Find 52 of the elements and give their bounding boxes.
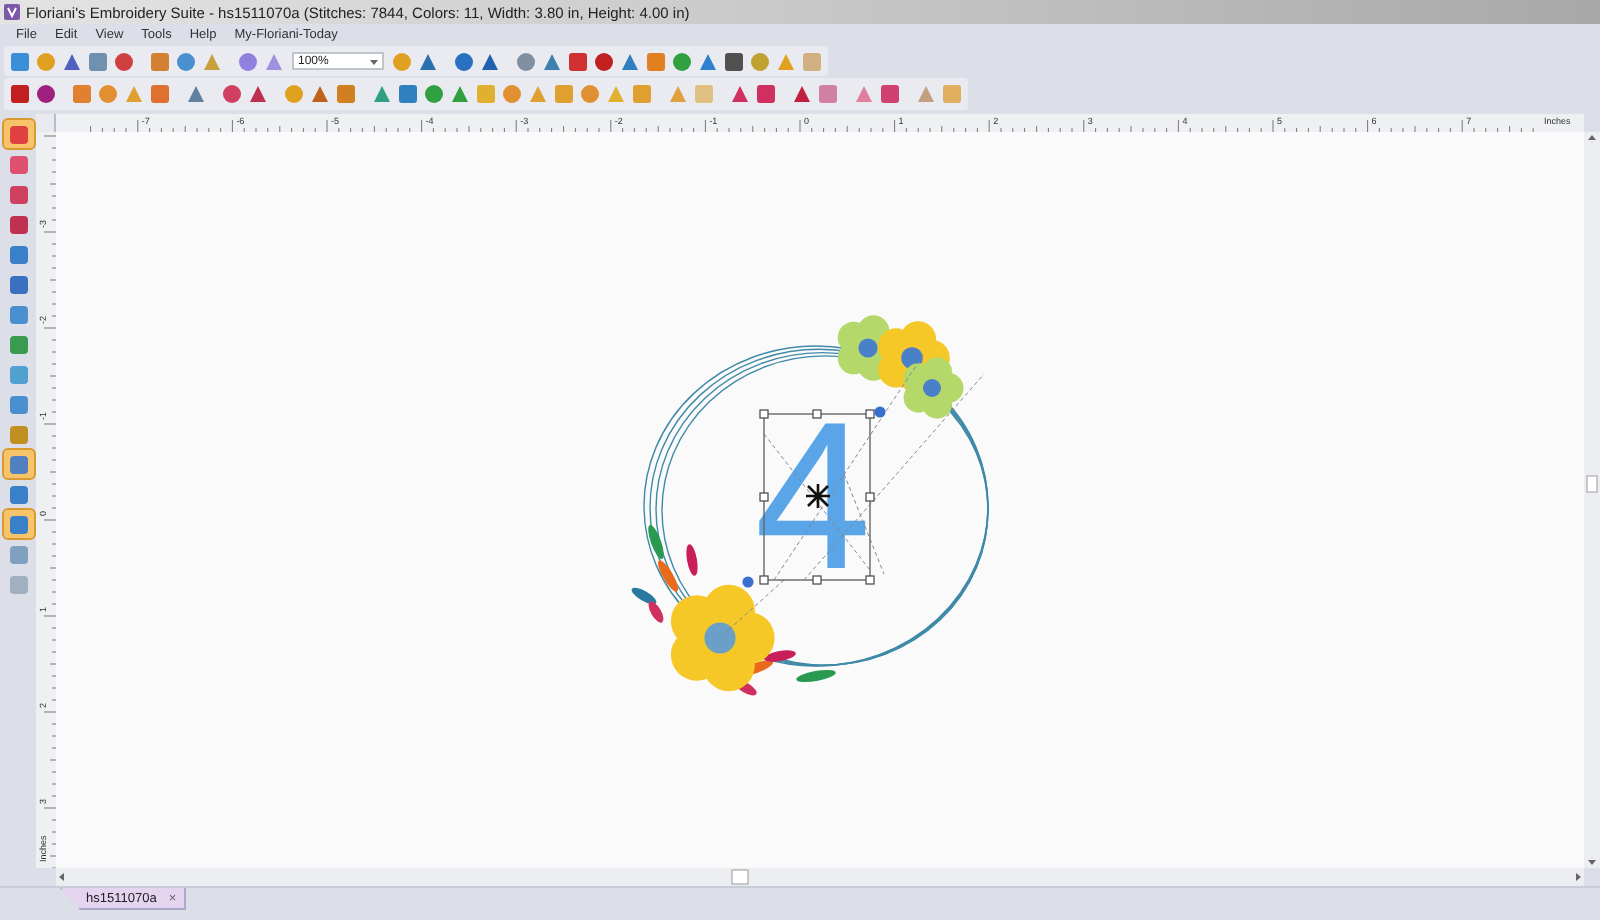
toolbar-icon[interactable] bbox=[422, 82, 446, 106]
toolbar-icon[interactable] bbox=[34, 82, 58, 106]
toolbar-icon[interactable] bbox=[540, 49, 564, 73]
tool-icon bbox=[7, 303, 29, 325]
toolbar-icon[interactable] bbox=[790, 82, 814, 106]
toolbar-icon[interactable] bbox=[448, 82, 472, 106]
tool-icon bbox=[7, 273, 29, 295]
toolbar-icon[interactable] bbox=[246, 82, 270, 106]
tool-icon bbox=[7, 513, 29, 535]
toolbar-icon[interactable] bbox=[754, 82, 778, 106]
toolbar-icon[interactable] bbox=[220, 82, 244, 106]
toolbar-icon[interactable] bbox=[618, 49, 642, 73]
horizontal-scrollbar[interactable] bbox=[56, 868, 1584, 886]
tool-icon bbox=[7, 453, 29, 475]
tool-icon bbox=[7, 363, 29, 385]
toolbar-icon[interactable] bbox=[592, 49, 616, 73]
toolbar-icon[interactable] bbox=[174, 49, 198, 73]
toolbar-icon[interactable] bbox=[728, 82, 752, 106]
toolbar-icon[interactable] bbox=[416, 49, 440, 73]
toolbar-icon[interactable] bbox=[478, 49, 502, 73]
tool-icon bbox=[7, 423, 29, 445]
tool-button[interactable] bbox=[3, 510, 33, 538]
tool-icon bbox=[7, 153, 29, 175]
toolbar-icon[interactable] bbox=[670, 49, 694, 73]
toolbar-icon[interactable] bbox=[308, 82, 332, 106]
tool-icon bbox=[7, 123, 29, 145]
tool-icon bbox=[7, 543, 29, 565]
tool-icon bbox=[7, 483, 29, 505]
toolbar-icon[interactable] bbox=[396, 82, 420, 106]
tool-icon bbox=[7, 213, 29, 235]
toolbar-icon[interactable] bbox=[184, 82, 208, 106]
toolbar-icon[interactable] bbox=[696, 49, 720, 73]
toolbar-icon[interactable] bbox=[722, 49, 746, 73]
toolbar-icon[interactable] bbox=[8, 82, 32, 106]
caret-icon bbox=[370, 57, 378, 65]
tool-icon bbox=[7, 573, 29, 595]
tool-icon bbox=[7, 183, 29, 205]
vertical-scrollbar[interactable] bbox=[1584, 132, 1600, 868]
tool-icon bbox=[7, 333, 29, 355]
toolbar-icon[interactable] bbox=[566, 49, 590, 73]
tool-icon bbox=[7, 243, 29, 265]
app-icon bbox=[4, 4, 20, 20]
tool-icon bbox=[7, 393, 29, 415]
rotate-handle-icon[interactable] bbox=[874, 406, 886, 418]
tool-button[interactable] bbox=[3, 450, 33, 478]
toolbar-icon[interactable] bbox=[112, 49, 136, 73]
rotate-handle-icon[interactable] bbox=[742, 576, 754, 588]
toolbar-icon[interactable] bbox=[60, 49, 84, 73]
toolbar-icon[interactable] bbox=[878, 82, 902, 106]
toolbar-icon[interactable] bbox=[452, 49, 476, 73]
tool-button[interactable] bbox=[3, 120, 33, 148]
toolbar-icon[interactable] bbox=[8, 49, 32, 73]
